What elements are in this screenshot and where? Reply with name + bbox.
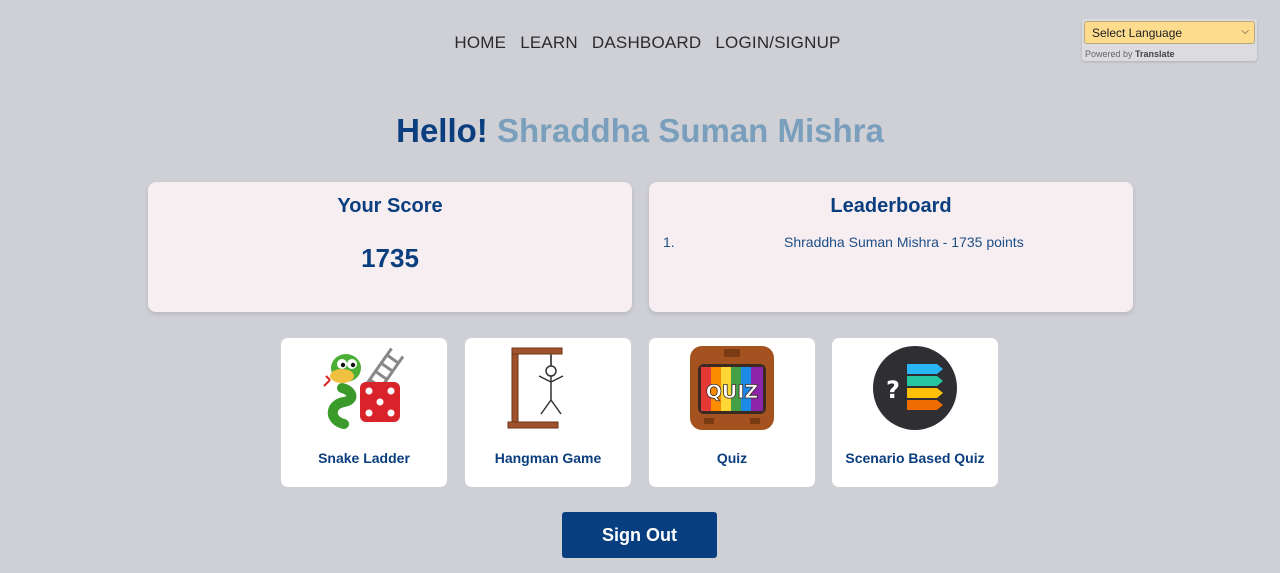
game-tile-scenario-quiz[interactable]: ? Scenario Based Quiz — [832, 338, 998, 487]
leaderboard-title: Leaderboard — [830, 195, 952, 217]
snake-ladder-icon — [323, 347, 405, 429]
leaderboard-rank: 1. — [663, 234, 675, 250]
dashboard-page: HOME LEARN DASHBOARD LOGIN/SIGNUP Select… — [0, 0, 1280, 573]
game-tile-quiz[interactable]: QUIZ Quiz — [649, 338, 815, 487]
nav-home[interactable]: HOME — [454, 33, 506, 53]
game-tile-hangman[interactable]: Hangman Game — [465, 338, 631, 487]
language-select-value: Select Language — [1092, 26, 1183, 40]
powered-prefix: Powered by — [1085, 49, 1133, 59]
greeting-user-name: Shraddha Suman Mishra — [496, 112, 884, 149]
score-value: 1735 — [361, 243, 419, 273]
score-card-title: Your Score — [337, 195, 443, 217]
page-title: Hello! Shraddha Suman Mishra — [0, 112, 1280, 150]
scenario-quiz-icon: ? — [873, 346, 957, 430]
leaderboard-entry: Shraddha Suman Mishra - 1735 points — [784, 234, 1024, 250]
powered-by: Powered by Translate — [1085, 49, 1175, 59]
svg-text:QUIZ: QUIZ — [706, 381, 758, 403]
game-label: Scenario Based Quiz — [845, 450, 985, 466]
powered-brand[interactable]: Translate — [1135, 49, 1175, 59]
nav-dashboard[interactable]: DASHBOARD — [592, 33, 702, 53]
hangman-icon — [507, 347, 564, 429]
game-label: Snake Ladder — [318, 450, 410, 466]
quiz-tv-icon: QUIZ — [690, 346, 774, 430]
translate-widget: Select Language ⌵ Powered by Translate — [1082, 19, 1257, 61]
greeting-hello: Hello! — [396, 112, 488, 149]
nav-login-signup[interactable]: LOGIN/SIGNUP — [715, 33, 840, 53]
game-tile-snake-ladder[interactable]: Snake Ladder — [281, 338, 447, 487]
score-card: Your Score 1735 — [148, 182, 632, 312]
game-label: Hangman Game — [494, 450, 602, 466]
language-select[interactable]: Select Language ⌵ — [1084, 21, 1255, 44]
sign-out-button[interactable]: Sign Out — [562, 512, 717, 558]
svg-text:?: ? — [886, 376, 900, 404]
game-label: Quiz — [716, 450, 748, 466]
leaderboard-card: Leaderboard 1. Shraddha Suman Mishra - 1… — [649, 182, 1133, 312]
nav-learn[interactable]: LEARN — [520, 33, 578, 53]
chevron-down-icon: ⌵ — [1241, 26, 1249, 37]
